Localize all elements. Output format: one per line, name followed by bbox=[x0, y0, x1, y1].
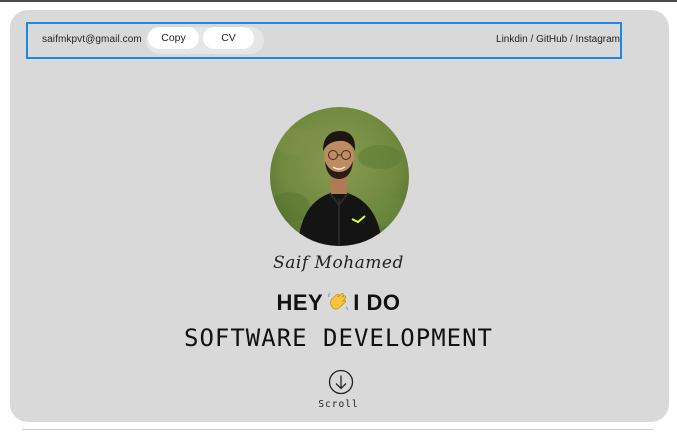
top-divider bbox=[0, 0, 677, 2]
name-signature: Saif Mohamed bbox=[273, 253, 404, 273]
github-link[interactable]: GitHub bbox=[536, 34, 567, 45]
scroll-label[interactable]: Scroll bbox=[0, 399, 677, 410]
greeting-start: HEY bbox=[276, 290, 324, 315]
bottom-divider bbox=[22, 429, 654, 430]
arrow-down-circle-icon[interactable] bbox=[328, 369, 354, 395]
greeting-heading: HEY I DO bbox=[0, 290, 677, 318]
instagram-link[interactable]: Instagram bbox=[576, 34, 620, 45]
cv-button[interactable]: CV bbox=[203, 27, 254, 49]
profile-photo bbox=[270, 107, 409, 246]
linkedin-link[interactable]: Linkdin bbox=[496, 34, 528, 45]
email-address: saifmkpvt@gmail.com bbox=[42, 34, 142, 45]
social-separator: / bbox=[567, 34, 576, 45]
top-bar: saifmkpvt@gmail.com Copy CV Linkdin / Gi… bbox=[26, 22, 622, 59]
waving-hand-icon bbox=[327, 290, 349, 318]
greeting-end: I DO bbox=[353, 290, 401, 315]
social-links: Linkdin / GitHub / Instagram bbox=[496, 34, 620, 45]
social-separator: / bbox=[527, 34, 537, 45]
role-title: SOFTWARE DEVELOPMENT bbox=[184, 324, 493, 352]
copy-email-button[interactable]: Copy bbox=[148, 27, 199, 49]
